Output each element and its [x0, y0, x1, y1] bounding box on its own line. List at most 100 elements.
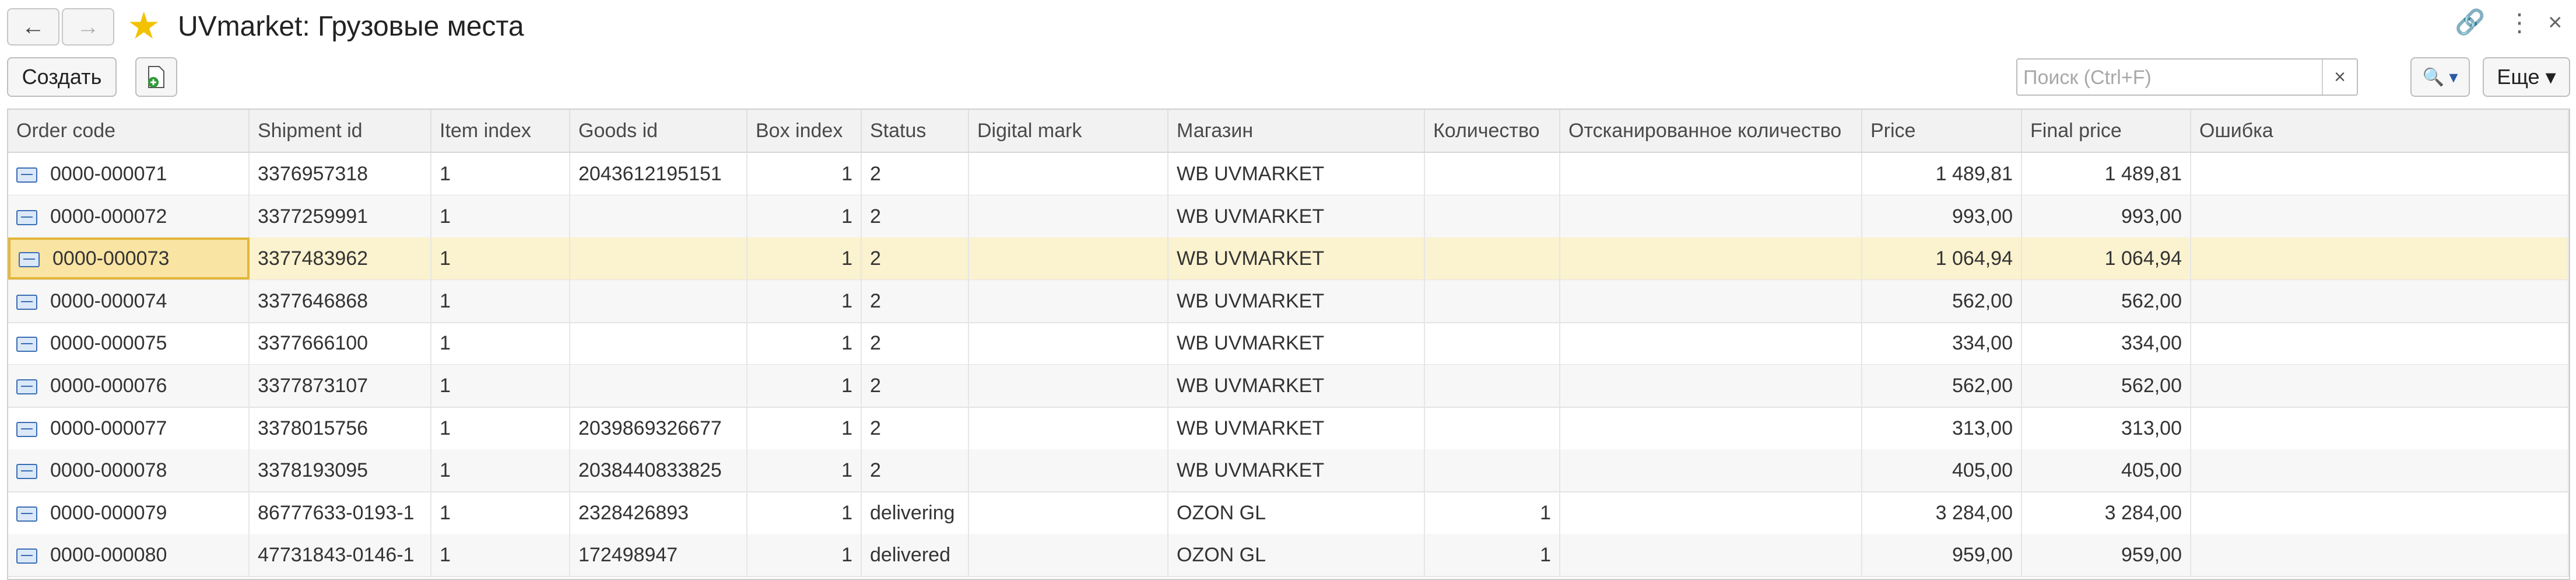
forward-button[interactable]: →	[62, 8, 114, 46]
cell-error[interactable]	[2191, 407, 2569, 449]
cell-order-code[interactable]: 0000-000073	[8, 237, 250, 280]
cell-shipment-id[interactable]: 3377873107	[250, 365, 431, 407]
cell-quantity[interactable]	[1425, 449, 1560, 492]
cell-quantity[interactable]	[1425, 153, 1560, 195]
search-options-button[interactable]: 🔍 ▾	[2410, 57, 2470, 97]
cell-shipment-id[interactable]: 3378193095	[250, 449, 431, 492]
column-header-scanned-quantity[interactable]: Отсканированное количество	[1560, 110, 1862, 152]
cell-item-index[interactable]: 1	[431, 534, 570, 576]
table-row[interactable]: 0000-000078 3378193095 1 2038440833825 1 2 WB …	[8, 449, 2569, 493]
table-row[interactable]: 0000-000073 3377483962 1 1 2 WB UVMARKET 1 064…	[8, 237, 2569, 281]
cell-price[interactable]: 993,00	[1862, 195, 2022, 237]
column-header-goods-id[interactable]: Goods id	[570, 110, 747, 152]
cell-digital-mark[interactable]	[969, 237, 1168, 280]
cell-status[interactable]: 2	[862, 153, 969, 195]
cell-final-price[interactable]: 334,00	[2022, 322, 2191, 365]
cell-shipment-id[interactable]: 86777633-0193-1	[250, 491, 431, 534]
cell-box-index[interactable]: 1	[747, 449, 862, 492]
cell-error[interactable]	[2191, 322, 2569, 365]
table-row[interactable]: 0000-000079 86777633-0193-1 1 2328426893 1 de…	[8, 491, 2569, 535]
cell-item-index[interactable]: 1	[431, 279, 570, 322]
cell-digital-mark[interactable]	[969, 322, 1168, 365]
column-header-quantity[interactable]: Количество	[1425, 110, 1560, 152]
table-row[interactable]: 0000-000077 3378015756 1 2039869326677 1 2 WB …	[8, 407, 2569, 450]
link-icon[interactable]: 🔗	[2455, 8, 2485, 37]
column-header-status[interactable]: Status	[862, 110, 969, 152]
cell-price[interactable]: 1 489,81	[1862, 153, 2022, 195]
create-copy-button[interactable]	[135, 57, 177, 97]
cell-digital-mark[interactable]	[969, 153, 1168, 195]
cell-quantity[interactable]	[1425, 365, 1560, 407]
cell-price[interactable]: 313,00	[1862, 407, 2022, 449]
cell-order-code[interactable]: 0000-000076	[8, 365, 250, 407]
cell-box-index[interactable]: 1	[747, 407, 862, 449]
column-header-shipment-id[interactable]: Shipment id	[250, 110, 431, 152]
cell-quantity[interactable]	[1425, 407, 1560, 449]
cell-order-code[interactable]: 0000-000071	[8, 153, 250, 195]
column-header-item-index[interactable]: Item index	[431, 110, 570, 152]
search-input[interactable]	[2022, 63, 2322, 92]
cell-shipment-id[interactable]: 3378015756	[250, 407, 431, 449]
cell-scanned-quantity[interactable]	[1560, 195, 1862, 237]
cell-order-code[interactable]: 0000-000074	[8, 279, 250, 322]
cell-error[interactable]	[2191, 365, 2569, 407]
cell-shipment-id[interactable]: 3377483962	[250, 237, 431, 280]
cell-status[interactable]: delivering	[862, 491, 969, 534]
cell-quantity[interactable]	[1425, 279, 1560, 322]
favorite-star-icon[interactable]: ★	[127, 7, 160, 44]
table-row[interactable]: 0000-000075 3377666100 1 1 2 WB UVMARKET 334,0…	[8, 322, 2569, 366]
table-row[interactable]: 0000-000080 47731843-0146-1 1 172498947 1 del…	[8, 534, 2569, 578]
cell-final-price[interactable]: 562,00	[2022, 279, 2191, 322]
column-header-digital-mark[interactable]: Digital mark	[969, 110, 1168, 152]
cell-price[interactable]: 562,00	[1862, 279, 2022, 322]
cell-digital-mark[interactable]	[969, 534, 1168, 576]
cell-price[interactable]: 1 064,94	[1862, 237, 2022, 280]
cell-scanned-quantity[interactable]	[1560, 365, 1862, 407]
table-row[interactable]: 0000-000074 3377646868 1 1 2 WB UVMARKET 562,0…	[8, 279, 2569, 323]
cell-item-index[interactable]: 1	[431, 407, 570, 449]
cell-scanned-quantity[interactable]	[1560, 322, 1862, 365]
cell-quantity[interactable]: 1	[1425, 491, 1560, 534]
cell-shipment-id[interactable]: 3377646868	[250, 279, 431, 322]
cell-goods-id[interactable]: 2043612195151	[570, 153, 747, 195]
cell-scanned-quantity[interactable]	[1560, 534, 1862, 576]
cell-item-index[interactable]: 1	[431, 491, 570, 534]
cell-error[interactable]	[2191, 237, 2569, 280]
cell-item-index[interactable]: 1	[431, 195, 570, 237]
cell-status[interactable]: 2	[862, 237, 969, 280]
cell-order-code[interactable]: 0000-000079	[8, 491, 250, 534]
cell-store[interactable]: WB UVMARKET	[1168, 153, 1425, 195]
cell-order-code[interactable]: 0000-000075	[8, 322, 250, 365]
column-header-box-index[interactable]: Box index	[747, 110, 862, 152]
cell-goods-id[interactable]	[570, 279, 747, 322]
cell-item-index[interactable]: 1	[431, 322, 570, 365]
cell-digital-mark[interactable]	[969, 195, 1168, 237]
cell-goods-id[interactable]: 2328426893	[570, 491, 747, 534]
cell-box-index[interactable]: 1	[747, 322, 862, 365]
cell-box-index[interactable]: 1	[747, 534, 862, 576]
cell-goods-id[interactable]	[570, 237, 747, 280]
cell-store[interactable]: WB UVMARKET	[1168, 322, 1425, 365]
cell-final-price[interactable]: 1 064,94	[2022, 237, 2191, 280]
cell-quantity[interactable]: 1	[1425, 534, 1560, 576]
cell-final-price[interactable]: 1 489,81	[2022, 153, 2191, 195]
cell-scanned-quantity[interactable]	[1560, 449, 1862, 492]
cell-box-index[interactable]: 1	[747, 279, 862, 322]
cell-status[interactable]: 2	[862, 449, 969, 492]
cell-digital-mark[interactable]	[969, 407, 1168, 449]
cell-box-index[interactable]: 1	[747, 195, 862, 237]
cell-item-index[interactable]: 1	[431, 449, 570, 492]
table-row[interactable]: 0000-000076 3377873107 1 1 2 WB UVMARKET 562,0…	[8, 365, 2569, 408]
table-row[interactable]: 0000-000071 3376957318 1 2043612195151 1 2 WB …	[8, 153, 2569, 196]
cell-store[interactable]: WB UVMARKET	[1168, 237, 1425, 280]
cell-error[interactable]	[2191, 491, 2569, 534]
cell-price[interactable]: 3 284,00	[1862, 491, 2022, 534]
cell-digital-mark[interactable]	[969, 365, 1168, 407]
cell-status[interactable]: 2	[862, 407, 969, 449]
cell-order-code[interactable]: 0000-000080	[8, 534, 250, 576]
cell-goods-id[interactable]: 2038440833825	[570, 449, 747, 492]
column-header-store[interactable]: Магазин	[1168, 110, 1425, 152]
cell-store[interactable]: WB UVMARKET	[1168, 449, 1425, 492]
cell-order-code[interactable]: 0000-000078	[8, 449, 250, 492]
cell-final-price[interactable]: 405,00	[2022, 449, 2191, 492]
